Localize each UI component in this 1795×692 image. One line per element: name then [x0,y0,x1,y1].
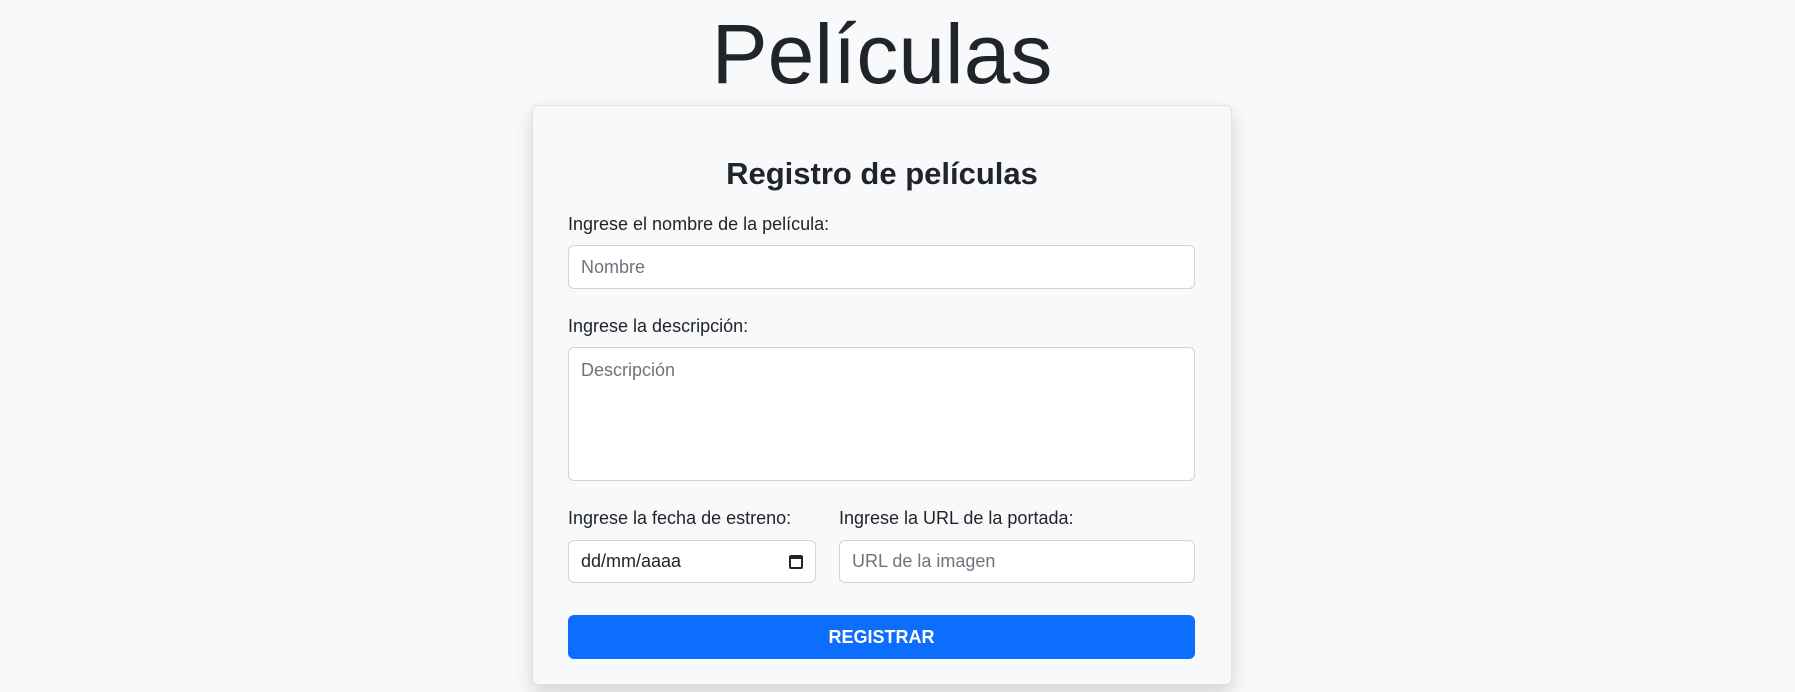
cover-url-label: Ingrese la URL de la portada: [839,508,1074,528]
date-placeholder: dd/mm/aaaa [581,551,682,571]
name-placeholder: Nombre [581,256,646,277]
release-date-input[interactable]: dd/mm/aaaa [568,540,816,583]
calendar-icon[interactable] [789,554,803,569]
cover-url-input[interactable]: URL de la imagen [839,540,1195,583]
movie-registration-card: Registro de películas Ingrese el nombre … [532,105,1232,685]
description-textarea[interactable]: Descripción [568,347,1195,481]
register-button[interactable]: REGISTRAR [568,615,1195,659]
name-input[interactable]: Nombre [568,245,1195,289]
release-date-label: Ingrese la fecha de estreno: [568,508,792,528]
form-heading: Registro de películas [726,156,1038,191]
page-title: Películas [711,7,1053,101]
url-placeholder: URL de la imagen [852,551,996,571]
name-label: Ingrese el nombre de la película: [568,214,830,234]
description-placeholder: Descripción [581,360,676,380]
description-label: Ingrese la descripción: [568,316,749,336]
